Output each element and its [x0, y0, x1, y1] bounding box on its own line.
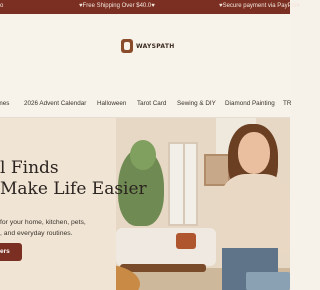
- announcement-bar: o ♥Free Shipping Over $40.0♥ ♥Secure pay…: [0, 0, 300, 14]
- hero-cta-button[interactable]: ers: [0, 243, 22, 261]
- hero-banner: l Finds Make Life Easier for your home, …: [0, 118, 290, 290]
- hero-headline-line2: Make Life Easier: [0, 179, 147, 199]
- free-shipping-notice: ♥Free Shipping Over $40.0♥: [79, 3, 155, 9]
- image-tray: [246, 272, 290, 290]
- nav-item-tarot-card[interactable]: Tarot Card: [137, 100, 166, 107]
- nav-item-advent-calendar[interactable]: 2026 Advent Calendar: [24, 100, 86, 107]
- announcement-left: o: [0, 3, 4, 9]
- nav-item-sewing-diy[interactable]: Sewing & DIY: [177, 100, 216, 107]
- hero-headline-line1: l Finds: [0, 158, 59, 178]
- hero-subtext-line1: for your home, kitchen, pets,: [0, 219, 86, 226]
- nav-item-halloween[interactable]: Halloween: [97, 100, 126, 107]
- hero-text-panel: [0, 118, 120, 290]
- site-header: WAYSPATH ames 2026 Advent Calendar Hallo…: [0, 14, 291, 118]
- image-coffee-table: [120, 264, 206, 272]
- brand-logo[interactable]: WAYSPATH: [121, 38, 175, 54]
- nav-item-games[interactable]: ames: [0, 100, 9, 107]
- secure-payment-notice: ♥Secure payment via PayPal♥: [219, 3, 300, 9]
- image-person-sweater: [220, 174, 290, 254]
- image-sofa: [116, 228, 216, 266]
- main-navigation: ames 2026 Advent Calendar Halloween Taro…: [0, 100, 291, 112]
- hero-subtext-line2: , and everyday routines.: [0, 230, 73, 237]
- image-window: [168, 142, 198, 226]
- hero-lifestyle-image: [116, 118, 290, 290]
- image-plant-top: [130, 140, 156, 170]
- image-person-face: [238, 132, 270, 174]
- nav-item-truncated[interactable]: TR: [283, 100, 291, 107]
- nav-item-diamond-painting[interactable]: Diamond Painting: [225, 100, 275, 107]
- logo-text: WAYSPATH: [136, 42, 175, 50]
- logo-icon: [121, 39, 133, 53]
- image-pillow: [176, 233, 196, 249]
